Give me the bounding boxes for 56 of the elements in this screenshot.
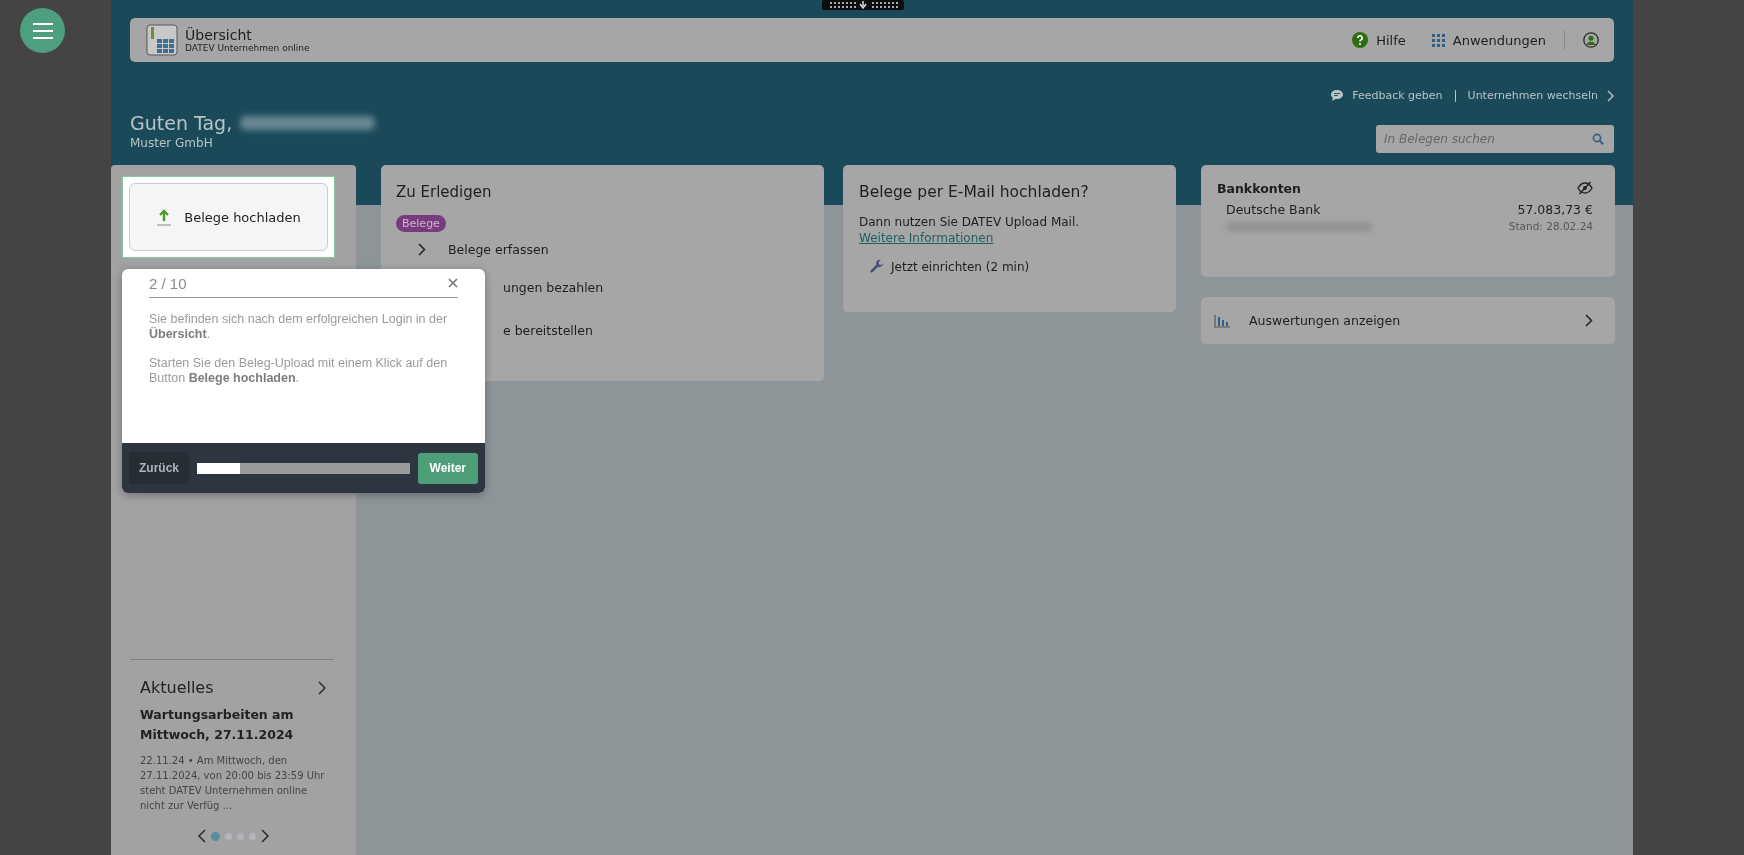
setup-button[interactable]: Jetzt einrichten (2 min) xyxy=(869,259,1030,275)
help-icon xyxy=(1352,32,1369,48)
news-heading: Aktuelles xyxy=(140,678,214,697)
chat-bubble-icon xyxy=(1330,89,1345,102)
chevron-right-icon xyxy=(1585,314,1593,327)
chevron-right-icon xyxy=(418,242,426,256)
switch-company-link[interactable]: Unternehmen wechseln xyxy=(1467,89,1614,102)
category-tag: Belege xyxy=(396,215,446,232)
step-counter: 2 / 10 xyxy=(149,274,187,292)
bar-chart-icon xyxy=(1214,313,1231,328)
carousel-dot[interactable] xyxy=(224,832,232,840)
user-icon xyxy=(1583,32,1599,48)
search-icon xyxy=(1592,133,1604,145)
help-button[interactable]: Hilfe xyxy=(1352,32,1406,48)
user-button[interactable] xyxy=(1583,32,1599,48)
app-logo-icon xyxy=(145,23,179,57)
product-name: DATEV Unternehmen online xyxy=(185,43,310,53)
chevron-right-icon[interactable] xyxy=(260,829,269,843)
email-info-text: Dann nutzen Sie DATEV Upload Mail. xyxy=(859,215,1081,229)
todo-link[interactable]: ungen bezahlen xyxy=(503,280,604,295)
upload-receipts-button[interactable]: Belege hochladen xyxy=(129,183,328,251)
eye-hidden-icon[interactable] xyxy=(1577,181,1593,195)
reports-button[interactable]: Auswertungen anzeigen xyxy=(1201,297,1615,344)
search-field[interactable]: In Belegen suchen xyxy=(1376,125,1614,153)
carousel-dot[interactable] xyxy=(248,832,256,840)
card-title: Zu Erledigen xyxy=(396,183,493,201)
news-headline[interactable]: Wartungsarbeiten am Mittwoch, 27.11.2024 xyxy=(140,705,326,745)
feedback-link[interactable]: Feedback geben xyxy=(1330,89,1443,102)
menu-icon xyxy=(31,22,54,39)
chevron-left-icon[interactable] xyxy=(197,829,206,843)
toolbar-grip-icon[interactable] xyxy=(822,0,904,10)
chevron-right-icon[interactable] xyxy=(317,680,326,695)
company-name: Muster GmbH xyxy=(130,136,214,150)
apps-button[interactable]: Anwendungen xyxy=(1431,32,1546,48)
upload-icon xyxy=(156,208,173,226)
wrench-icon xyxy=(869,259,885,275)
bank-name: Deutsche Bank xyxy=(1226,202,1322,217)
todo-link[interactable]: Belege erfassen xyxy=(448,241,549,257)
card-title: Bankkonten xyxy=(1217,181,1301,196)
carousel-dot[interactable] xyxy=(210,831,220,841)
tour-text: Starten Sie den Beleg-Upload mit einem Klick auf den Button Belege hochladen. xyxy=(149,356,449,386)
page-title: Übersicht xyxy=(185,27,253,43)
close-icon xyxy=(448,278,458,288)
tour-text: Sie befinden sich nach dem erfolgreichen Login in der Übersicht. xyxy=(149,312,449,342)
news-teaser: 22.11.24 • Am Mittwoch, den 27.11.2024, von 20:00 bis 23:59 Uhr steht DATEV Unternehmen online nicht zur Verfüg ... xyxy=(140,754,326,813)
todo-link[interactable]: e bereitstellen xyxy=(503,323,593,338)
grid-icon xyxy=(1431,33,1445,47)
close-button[interactable] xyxy=(448,278,458,288)
account-balance: 57.083,73 € xyxy=(1517,202,1593,217)
back-button[interactable]: Zurück xyxy=(129,452,189,484)
greeting-text: Guten Tag, xyxy=(130,112,233,134)
carousel-dot[interactable] xyxy=(236,832,244,840)
card-title: Belege per E-Mail hochladen? xyxy=(859,183,1090,201)
menu-button[interactable] xyxy=(20,8,65,53)
chevron-right-icon xyxy=(1606,89,1614,102)
balance-date: Stand: 28.02.24 xyxy=(1508,220,1593,232)
